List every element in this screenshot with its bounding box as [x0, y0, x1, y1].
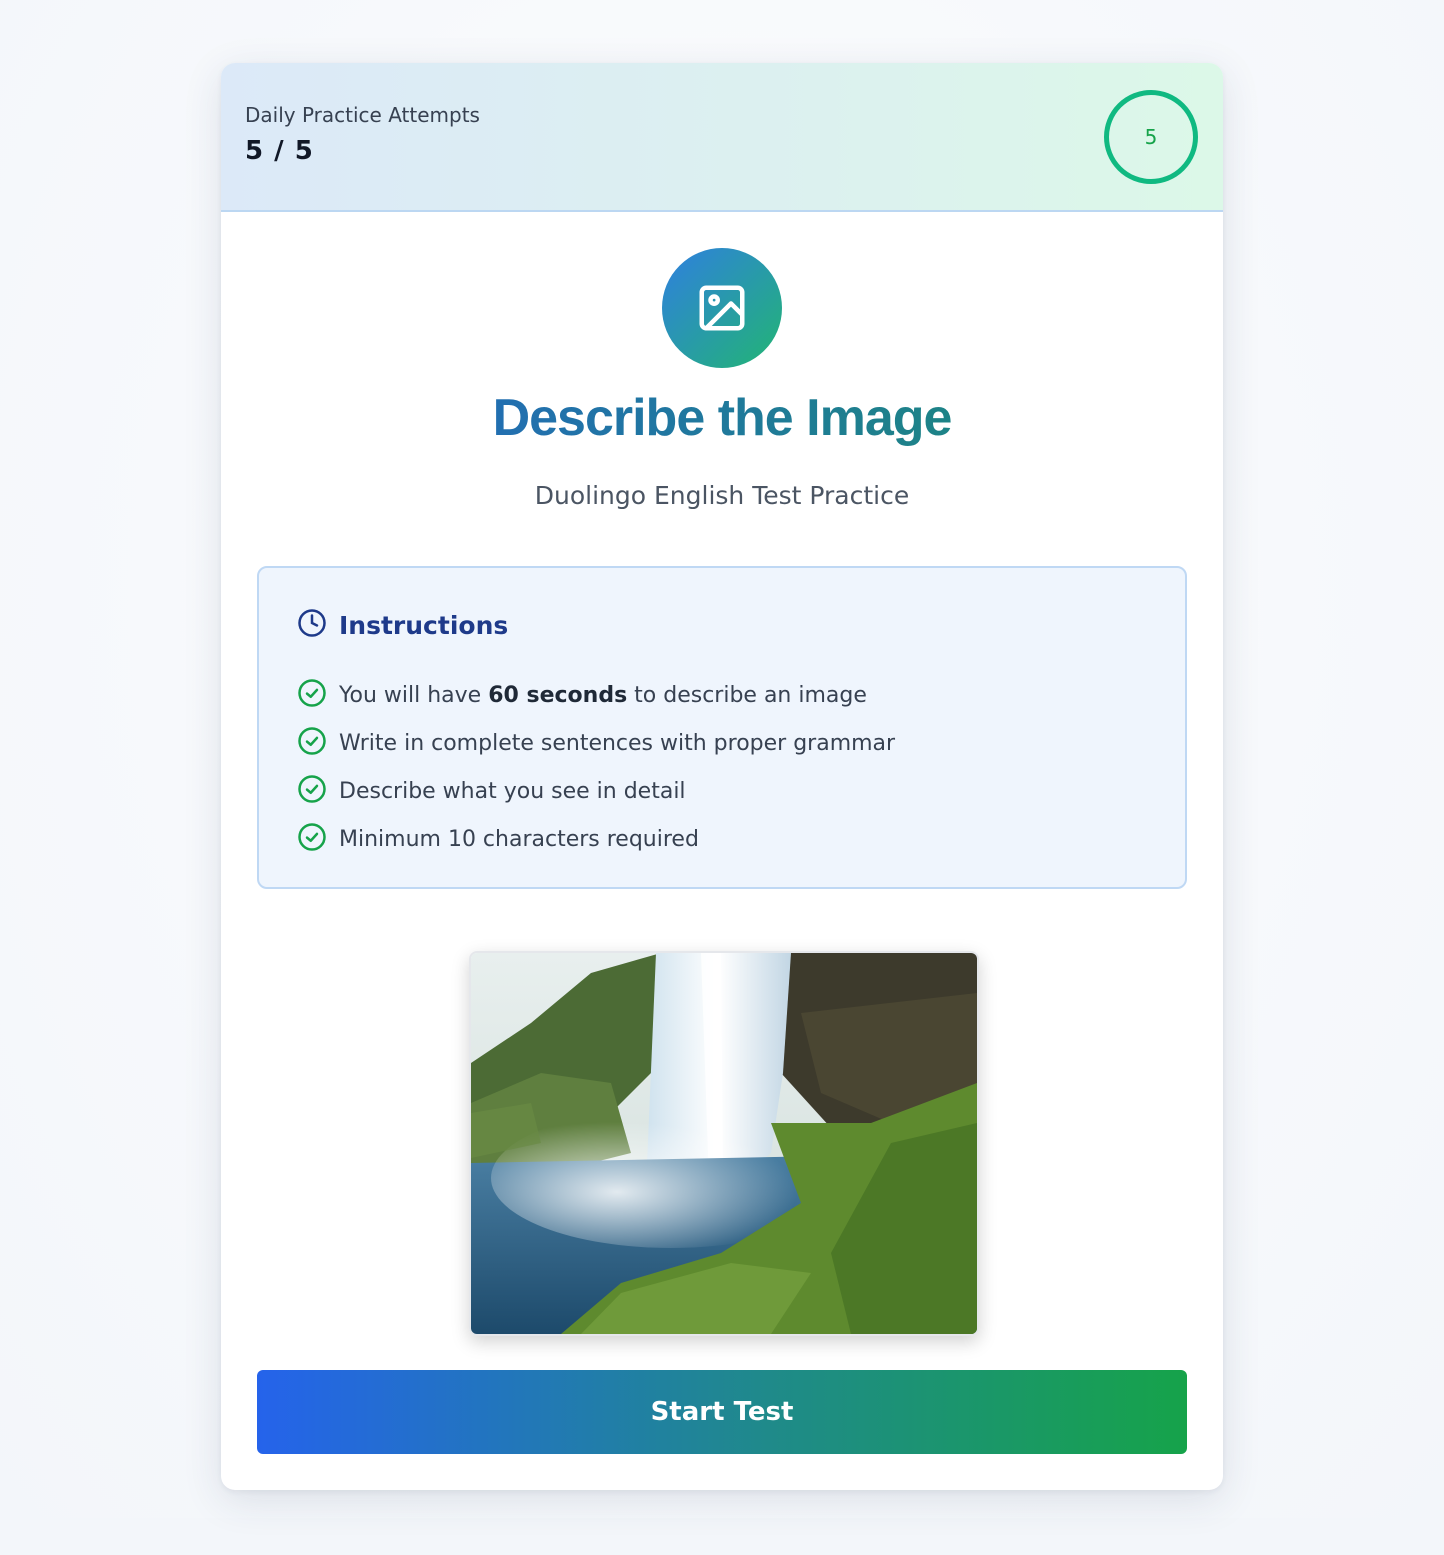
practice-card: Daily Practice Attempts 5 / 5 5 Describe… [221, 63, 1223, 1490]
instructions-panel: Instructions You will have 60 seconds to… [257, 566, 1187, 889]
rule-text: Write in complete sentences with proper … [339, 730, 896, 756]
check-circle-icon [297, 774, 327, 808]
page-subtitle: Duolingo English Test Practice [534, 481, 910, 510]
instructions-header: Instructions [297, 608, 508, 642]
attempts-header: Daily Practice Attempts 5 / 5 5 [221, 63, 1223, 212]
rule-text: Minimum 10 characters required [339, 826, 699, 852]
instructions-list: You will have 60 seconds to describe an … [297, 671, 895, 863]
rule-text: Describe what you see in detail [339, 778, 686, 804]
page-title: Describe the Image [221, 388, 1223, 448]
check-circle-icon [297, 822, 327, 856]
clock-icon [297, 608, 327, 642]
attempts-remaining-badge: 5 [1104, 90, 1198, 184]
list-item: Describe what you see in detail [297, 767, 895, 815]
list-item: Minimum 10 characters required [297, 815, 895, 863]
list-item: You will have 60 seconds to describe an … [297, 671, 895, 719]
start-test-button[interactable]: Start Test [257, 1370, 1187, 1454]
rule-text: You will have 60 seconds to describe an … [339, 682, 867, 708]
check-circle-icon [297, 726, 327, 760]
check-circle-icon [297, 678, 327, 712]
image-icon [662, 248, 782, 368]
prompt-image-waterfall [469, 951, 979, 1336]
attempts-count: 5 / 5 [245, 136, 314, 166]
list-item: Write in complete sentences with proper … [297, 719, 895, 767]
attempts-label: Daily Practice Attempts [245, 103, 480, 127]
attempts-remaining-value: 5 [1144, 125, 1158, 149]
instructions-heading: Instructions [339, 610, 509, 640]
